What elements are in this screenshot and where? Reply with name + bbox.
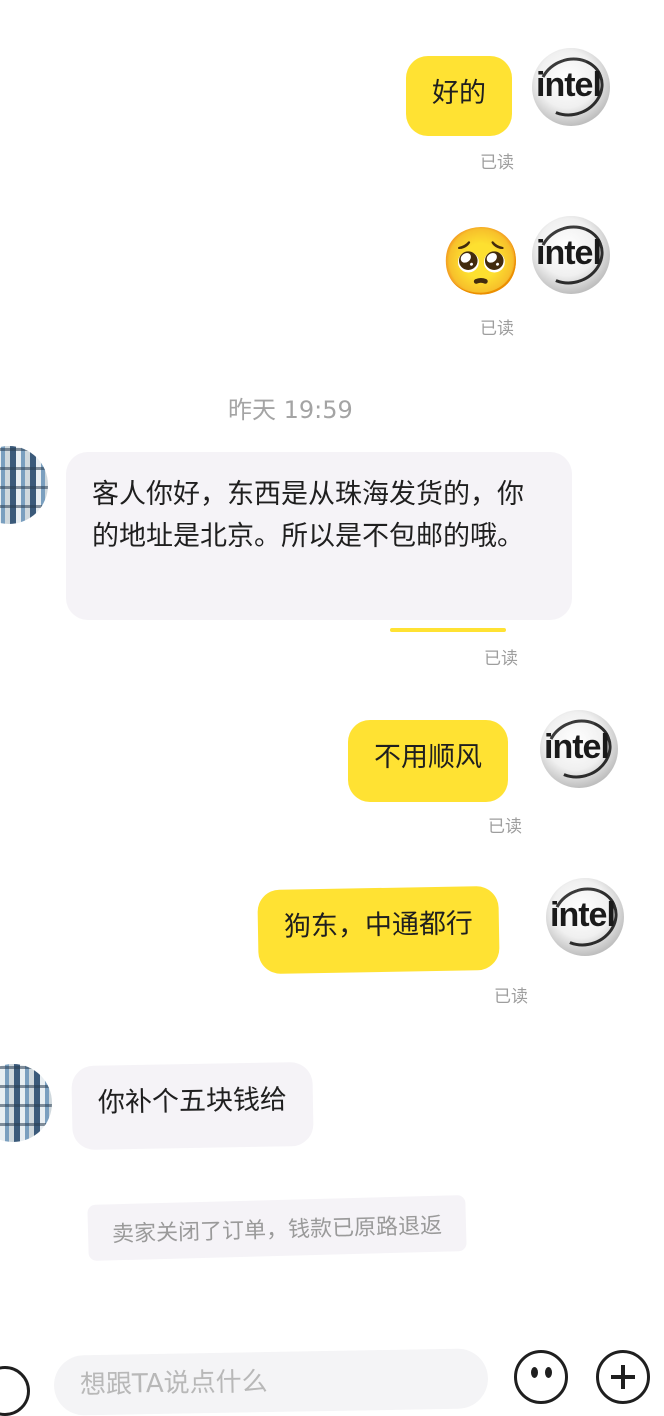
smiley-icon[interactable] [514, 1350, 568, 1404]
message-text: 好的 [432, 78, 486, 109]
message-text: 不用顺风 [374, 742, 482, 773]
smiley-eye-right [545, 1367, 552, 1378]
outgoing-message-bubble[interactable]: 不用顺风 [348, 720, 508, 802]
message-text: 狗东，中通都行 [283, 908, 474, 943]
read-status: 已读 [488, 817, 522, 837]
plus-vertical [621, 1365, 625, 1389]
incoming-message-bubble[interactable]: 客人你好，东西是从珠海发货的，你的地址是北京。所以是不包邮的哦。 [66, 452, 572, 620]
message-text: 客人你好，东西是从珠海发货的，你的地址是北京。所以是不包邮的哦。 [92, 479, 524, 552]
read-status: 已读 [480, 153, 514, 173]
emoji-message[interactable]: 🥺 [440, 222, 523, 302]
my-avatar[interactable]: intel [532, 216, 610, 294]
underline-highlight [390, 628, 506, 632]
read-status: 已读 [480, 319, 514, 339]
message-input[interactable]: 想跟TA说点什么 [53, 1348, 489, 1416]
my-avatar[interactable]: intel [532, 48, 610, 126]
seller-avatar[interactable] [0, 446, 48, 524]
smiley-eye-left [531, 1367, 538, 1378]
plus-icon[interactable] [596, 1350, 650, 1404]
outgoing-message-bubble[interactable]: 狗东，中通都行 [257, 885, 500, 975]
read-status: 已读 [494, 987, 528, 1007]
voice-icon[interactable] [0, 1366, 30, 1416]
read-status: 已读 [484, 649, 518, 669]
seller-avatar[interactable] [0, 1064, 52, 1142]
my-avatar[interactable]: intel [546, 878, 624, 956]
system-notice: 卖家关闭了订单，钱款已原路退返 [87, 1195, 467, 1261]
pleading-face-icon: 🥺 [440, 223, 523, 300]
message-text: 你补个五块钱给 [97, 1084, 288, 1119]
outgoing-message-bubble[interactable]: 好的 [406, 56, 512, 136]
incoming-message-bubble[interactable]: 你补个五块钱给 [71, 1061, 314, 1151]
chat-timestamp: 昨天 19:59 [228, 396, 353, 424]
my-avatar[interactable]: intel [540, 710, 618, 788]
